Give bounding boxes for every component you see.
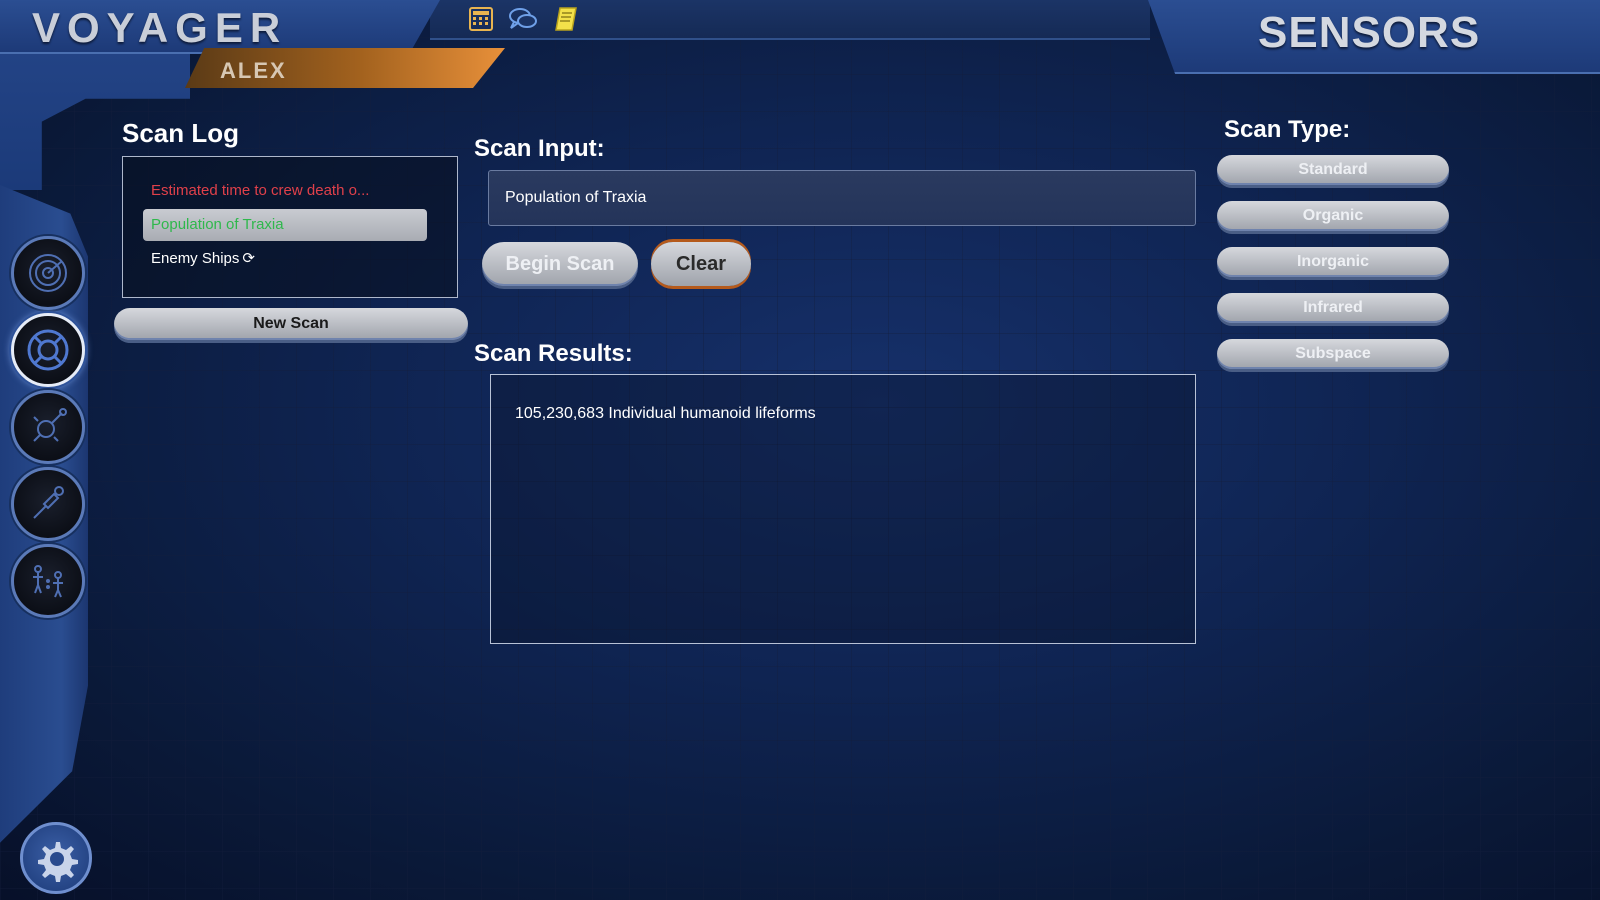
settings-button[interactable]: [20, 822, 92, 894]
screen-title: SENSORS: [1258, 8, 1481, 57]
scan-results-panel: 105,230,683 Individual humanoid lifeform…: [490, 374, 1196, 644]
scan-log-item[interactable]: Estimated time to crew death o...: [143, 175, 427, 207]
scan-type-infrared[interactable]: Infrared: [1217, 293, 1449, 323]
scan-type-organic[interactable]: Organic: [1217, 201, 1449, 231]
scan-log-item-selected[interactable]: Population of Traxia: [143, 209, 427, 241]
scan-type-subspace[interactable]: Subspace: [1217, 339, 1449, 369]
scan-input-label: Scan Input:: [474, 135, 605, 162]
probe-icon: [33, 408, 67, 442]
scan-type-label: Scan Type:: [1224, 116, 1351, 143]
top-toolbar: [430, 0, 1150, 40]
scan-log-item[interactable]: Enemy Ships ⟳: [143, 243, 427, 275]
gear-icon: [38, 842, 78, 882]
scan-input-field[interactable]: [488, 170, 1196, 226]
user-name: ALEX: [220, 58, 287, 83]
begin-scan-button[interactable]: Begin Scan: [482, 242, 638, 286]
scan-log-item-label: Estimated time to crew death o...: [151, 182, 370, 199]
nav-scan[interactable]: [11, 313, 85, 387]
crew-icon: [33, 565, 63, 598]
scan-log-list: Estimated time to crew death o... Popula…: [122, 156, 458, 298]
clear-button[interactable]: Clear: [651, 242, 751, 286]
app-title: VOYAGER: [32, 4, 288, 51]
sensor-probe-icon: [33, 486, 64, 519]
notes-icon[interactable]: [552, 4, 582, 34]
chat-icon[interactable]: [508, 4, 538, 34]
radar-icon: [29, 254, 67, 292]
nav-radar[interactable]: [11, 236, 85, 310]
refresh-icon: ⟳: [242, 250, 255, 267]
nav-crew[interactable]: [11, 544, 85, 618]
nav-probe[interactable]: [11, 390, 85, 464]
scan-type-inorganic[interactable]: Inorganic: [1217, 247, 1449, 277]
new-scan-button[interactable]: New Scan: [114, 308, 468, 340]
scan-results-label: Scan Results:: [474, 340, 633, 367]
nav-sensor-probe[interactable]: [11, 467, 85, 541]
scan-type-standard[interactable]: Standard: [1217, 155, 1449, 185]
scan-log-title: Scan Log: [122, 118, 240, 148]
scan-log-item-label: Enemy Ships: [151, 250, 240, 267]
scan-target-icon: [27, 329, 69, 371]
scan-results-text: 105,230,683 Individual humanoid lifeform…: [515, 405, 816, 422]
calculator-icon[interactable]: [466, 4, 496, 34]
scan-log-item-label: Population of Traxia: [151, 216, 284, 233]
